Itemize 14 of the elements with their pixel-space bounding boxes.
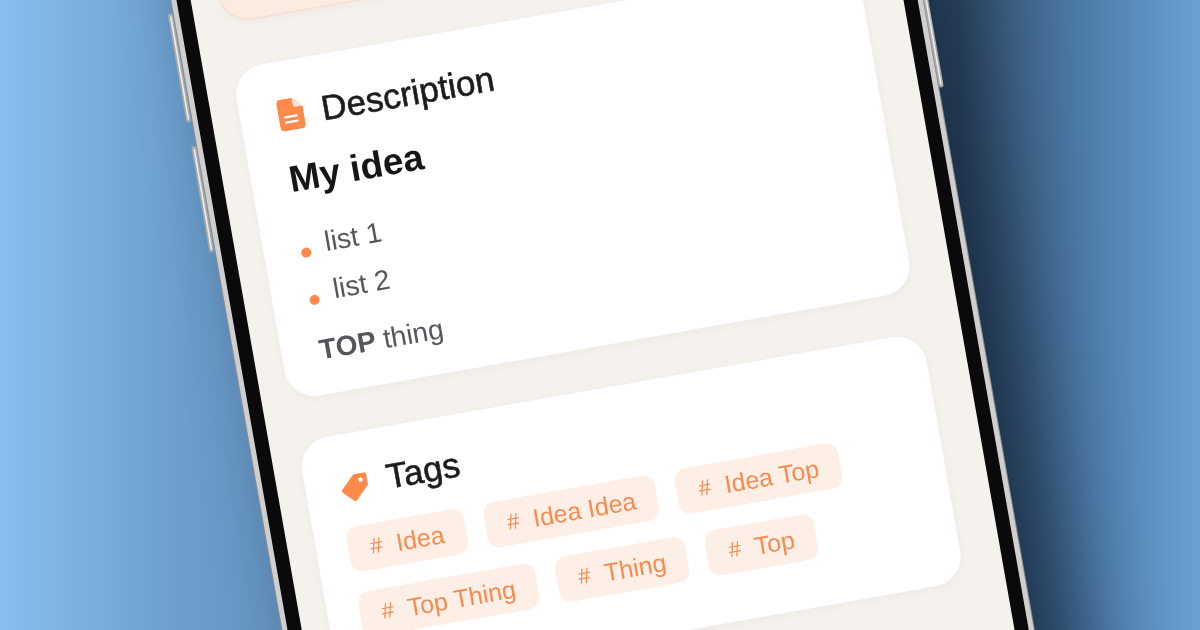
- bullet-icon: [300, 246, 313, 259]
- tag-chip[interactable]: # Idea Top: [673, 441, 845, 516]
- note-heading: My idea: [285, 135, 427, 203]
- paragraph-text: TOP thing: [316, 312, 447, 368]
- tag-chip[interactable]: # Idea Idea: [481, 473, 662, 550]
- section-title: Description: [318, 58, 498, 129]
- bullet-icon: [308, 294, 321, 306]
- tag-chip[interactable]: # Top: [703, 512, 821, 578]
- list-item: list 1: [321, 215, 385, 259]
- list-item: list 2: [329, 262, 394, 307]
- tag-chip[interactable]: # Idea: [344, 507, 470, 574]
- tag-chip[interactable]: # Top Thing: [356, 561, 541, 630]
- document-icon: [275, 96, 307, 133]
- section-title: Tags: [383, 444, 463, 497]
